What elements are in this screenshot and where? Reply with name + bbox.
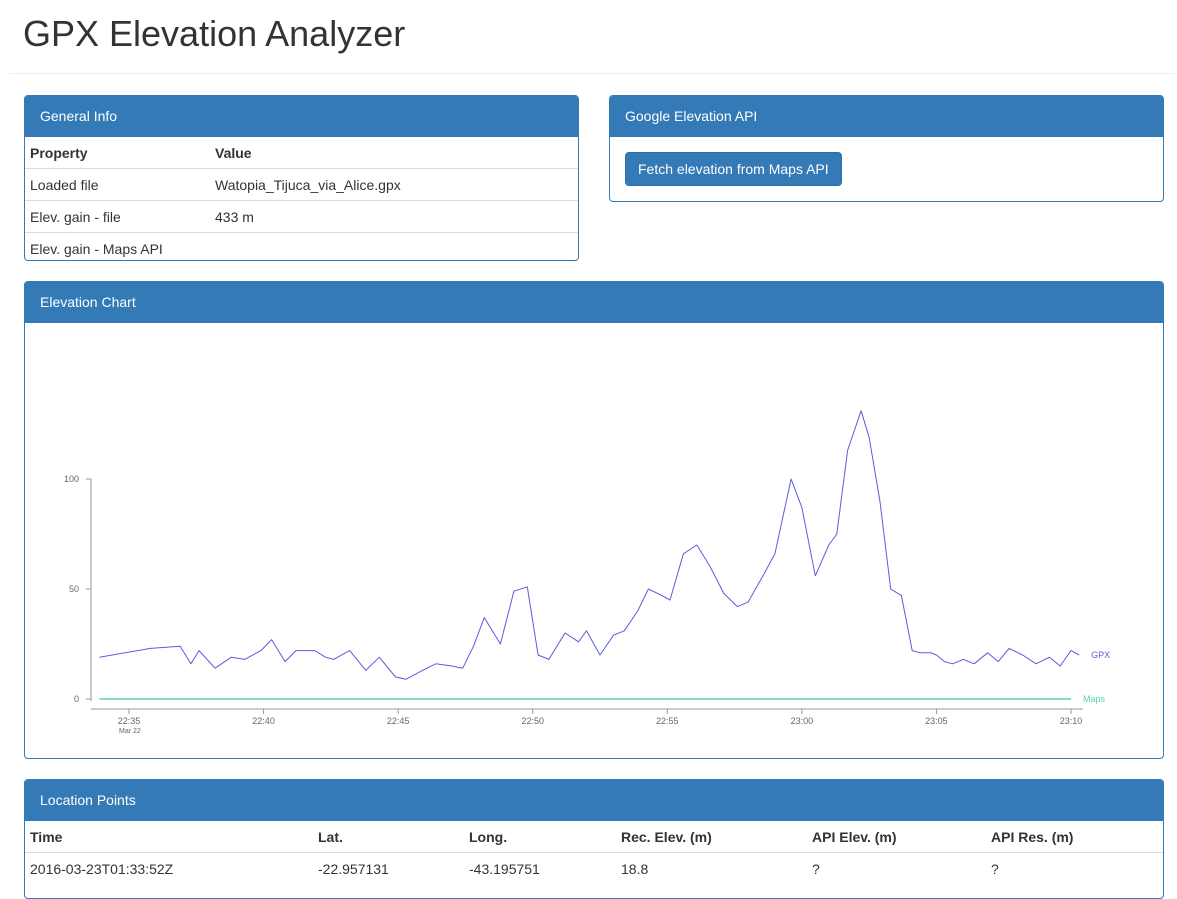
location-points-table: Time Lat. Long. Rec. Elev. (m) API Elev.…: [25, 821, 1163, 884]
value-cell: [210, 232, 578, 260]
google-api-panel: Google Elevation API Fetch elevation fro…: [609, 95, 1164, 202]
y-tick-label: 50: [69, 584, 79, 594]
google-api-heading: Google Elevation API: [610, 96, 1163, 137]
column-header-rec-elev: Rec. Elev. (m): [616, 821, 807, 853]
api-res-cell: ?: [991, 860, 999, 877]
column-header-time: Time: [25, 821, 313, 853]
column-header-long: Long.: [464, 821, 616, 853]
series-layer: [99, 410, 1080, 700]
x-tick-label: 23:00: [791, 716, 814, 726]
general-info-panel: General Info Property Value Loaded file …: [24, 95, 579, 261]
column-header-api-elev: API Elev. (m): [807, 821, 986, 853]
location-points-panel: Location Points Time Lat. Long. Rec. Ele…: [24, 779, 1164, 899]
table-row: Loaded file Watopia_Tijuca_via_Alice.gpx: [25, 169, 578, 201]
time-cell: 2016-03-23T01:33:52Z: [30, 860, 174, 877]
x-tick-label: 22:50: [521, 716, 544, 726]
series-label-gpx: GPX: [1091, 650, 1110, 660]
table-row: 2016-03-23T01:33:52Z -22.957131 -43.1957…: [25, 853, 1163, 885]
elevation-chart-heading: Elevation Chart: [25, 282, 1163, 323]
property-cell: Elev. gain - Maps API: [25, 232, 210, 260]
location-points-heading: Location Points: [25, 780, 1163, 821]
elevation-chart: 0 50 100 22:35 22:40 22:45 22:50 22:55 23:00 2…: [64, 410, 1110, 735]
general-info-heading: General Info: [25, 96, 578, 137]
lat-cell: -22.957131: [318, 860, 389, 877]
series-line-gpx: [99, 410, 1080, 680]
rec-elev-cell: 18.8: [621, 860, 649, 877]
page-header: GPX Elevation Analyzer: [9, 0, 1175, 74]
elevation-chart-panel: Elevation Chart 0 50 100 22:35 22:40 22:45…: [24, 281, 1164, 759]
property-cell: Loaded file: [30, 176, 99, 193]
value-cell: Watopia_Tijuca_via_Alice.gpx: [215, 176, 401, 193]
column-header-api-res: API Res. (m): [986, 821, 1163, 853]
series-label-maps: Maps: [1083, 694, 1106, 704]
x-tick-label: 23:05: [925, 716, 948, 726]
fetch-elevation-button[interactable]: Fetch elevation from Maps API: [625, 152, 842, 186]
property-cell: Elev. gain - file: [25, 200, 210, 233]
y-axis: 0 50 100: [64, 474, 92, 704]
x-tick-sublabel: Mar 22: [119, 728, 141, 735]
y-tick-label: 100: [64, 474, 79, 484]
x-tick-label: 22:45: [387, 716, 410, 726]
table-row: Elev. gain - file 433 m: [25, 200, 578, 233]
x-tick-label: 22:40: [252, 716, 275, 726]
api-elev-cell: ?: [812, 860, 820, 877]
general-info-table: Property Value Loaded file Watopia_Tijuc…: [25, 137, 578, 260]
table-row: Elev. gain - Maps API: [25, 232, 578, 260]
page-title: GPX Elevation Analyzer: [23, 13, 406, 54]
x-tick-label: 22:35: [118, 716, 141, 726]
long-cell: -43.195751: [469, 860, 540, 877]
column-header-lat: Lat.: [313, 821, 464, 853]
column-header-property: Property: [25, 137, 210, 169]
value-cell: 433 m: [210, 200, 578, 233]
y-tick-label: 0: [74, 694, 79, 704]
x-tick-label: 23:10: [1060, 716, 1083, 726]
x-tick-label: 22:55: [656, 716, 679, 726]
column-header-value: Value: [210, 137, 578, 169]
x-axis: 22:35 22:40 22:45 22:50 22:55 23:00 23:05 23:10…: [91, 708, 1083, 735]
series-labels: GPX Maps: [1083, 650, 1110, 704]
